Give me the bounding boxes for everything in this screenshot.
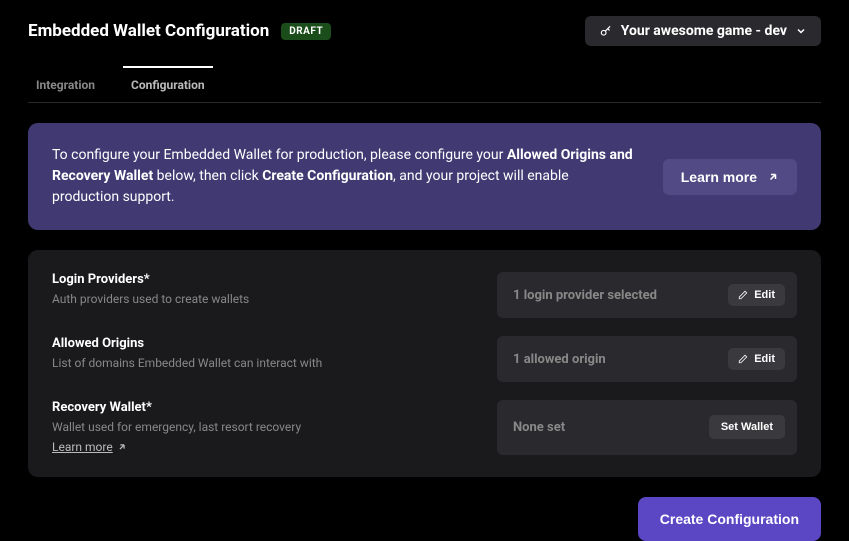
pencil-icon bbox=[738, 354, 748, 364]
login-providers-desc: Auth providers used to create wallets bbox=[52, 291, 473, 308]
pencil-icon bbox=[738, 290, 748, 300]
recovery-wallet-desc: Wallet used for emergency, last resort r… bbox=[52, 419, 473, 436]
edit-login-providers-button[interactable]: Edit bbox=[728, 284, 785, 306]
set-wallet-button[interactable]: Set Wallet bbox=[709, 415, 785, 439]
info-banner: To configure your Embedded Wallet for pr… bbox=[28, 123, 821, 230]
allowed-origins-desc: List of domains Embedded Wallet can inte… bbox=[52, 355, 473, 372]
chevron-down-icon bbox=[795, 25, 807, 37]
login-providers-value: 1 login provider selected bbox=[513, 288, 657, 303]
recovery-wallet-learn-more-link[interactable]: Learn more bbox=[52, 440, 127, 454]
edit-allowed-origins-button[interactable]: Edit bbox=[728, 348, 785, 370]
recovery-wallet-value: None set bbox=[513, 420, 565, 435]
page-title: Embedded Wallet Configuration bbox=[28, 21, 269, 41]
banner-text: To configure your Embedded Wallet for pr… bbox=[52, 145, 639, 208]
tab-integration[interactable]: Integration bbox=[28, 66, 103, 102]
page-header: Embedded Wallet Configuration DRAFT Your… bbox=[28, 16, 821, 46]
allowed-origins-value-box: 1 allowed origin Edit bbox=[497, 336, 797, 382]
config-row-allowed-origins: Allowed Origins List of domains Embedded… bbox=[52, 336, 797, 382]
learn-more-button[interactable]: Learn more bbox=[663, 159, 797, 195]
allowed-origins-label: Allowed Origins bbox=[52, 336, 473, 351]
header-left: Embedded Wallet Configuration DRAFT bbox=[28, 21, 331, 41]
config-panel: Login Providers* Auth providers used to … bbox=[28, 250, 821, 477]
create-configuration-button[interactable]: Create Configuration bbox=[638, 497, 821, 541]
recovery-wallet-value-box: None set Set Wallet bbox=[497, 400, 797, 455]
footer: Create Configuration bbox=[28, 497, 821, 541]
status-badge: DRAFT bbox=[281, 23, 331, 40]
login-providers-value-box: 1 login provider selected Edit bbox=[497, 272, 797, 318]
external-link-icon bbox=[117, 442, 127, 452]
tab-configuration[interactable]: Configuration bbox=[123, 66, 213, 102]
login-providers-label: Login Providers* bbox=[52, 272, 473, 287]
external-link-icon bbox=[767, 171, 779, 183]
recovery-wallet-label: Recovery Wallet* bbox=[52, 400, 473, 415]
project-selector[interactable]: Your awesome game - dev bbox=[585, 16, 821, 46]
project-name: Your awesome game - dev bbox=[621, 23, 787, 39]
config-row-recovery-wallet: Recovery Wallet* Wallet used for emergen… bbox=[52, 400, 797, 455]
config-row-login-providers: Login Providers* Auth providers used to … bbox=[52, 272, 797, 318]
key-icon bbox=[599, 24, 613, 38]
allowed-origins-value: 1 allowed origin bbox=[513, 352, 606, 367]
tabs: Integration Configuration bbox=[28, 66, 821, 103]
